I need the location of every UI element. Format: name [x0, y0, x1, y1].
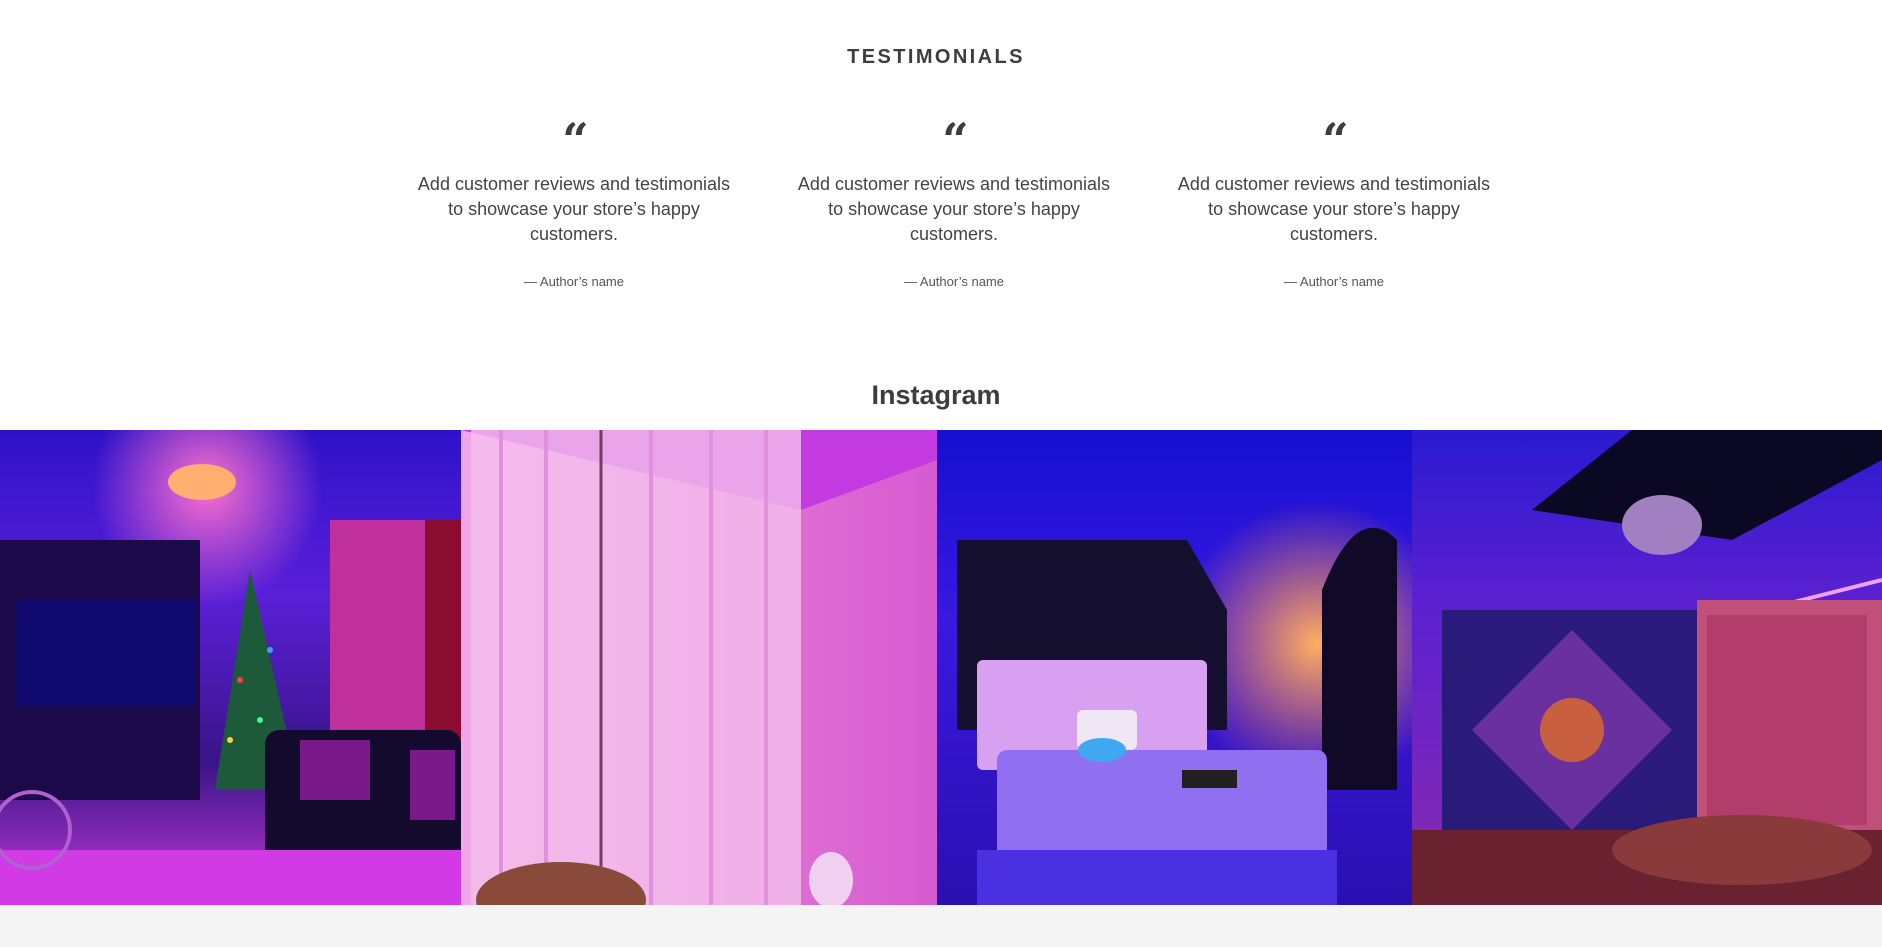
testimonial-text: Add customer reviews and testimonials to… — [797, 174, 1111, 244]
quote-icon: “ — [942, 113, 968, 167]
testimonial-author: — Author’s name — [904, 274, 1004, 289]
testimonial-card: “ Add customer reviews and testimonials … — [1168, 113, 1500, 289]
testimonial-card: “ Add customer reviews and testimonials … — [408, 113, 740, 289]
instagram-post-3[interactable] — [937, 430, 1412, 905]
quote-icon: “ — [562, 113, 588, 167]
instagram-photo-tapestry-room-icon — [1412, 430, 1882, 905]
testimonial-author: — Author’s name — [1284, 274, 1384, 289]
testimonial-author: — Author’s name — [524, 274, 624, 289]
testimonial-text: Add customer reviews and testimonials to… — [417, 174, 731, 244]
instagram-heading: Instagram — [871, 380, 1001, 410]
testimonials-heading: TESTIMONIALS — [847, 46, 1025, 68]
instagram-photo-bedroom-star-ceiling-icon — [937, 430, 1412, 905]
quote-icon: “ — [1322, 113, 1348, 167]
testimonial-text: Add customer reviews and testimonials to… — [1177, 174, 1491, 244]
instagram-photo-galaxy-living-room-icon — [0, 430, 461, 905]
instagram-gallery — [0, 430, 1882, 905]
testimonial-list: “ Add customer reviews and testimonials … — [408, 113, 1500, 289]
footer-band — [0, 905, 1882, 947]
instagram-photo-pink-curtains-icon — [461, 430, 937, 905]
testimonial-card: “ Add customer reviews and testimonials … — [788, 113, 1120, 289]
instagram-post-4[interactable] — [1412, 430, 1882, 905]
instagram-post-2[interactable] — [461, 430, 937, 905]
instagram-post-1[interactable] — [0, 430, 461, 905]
